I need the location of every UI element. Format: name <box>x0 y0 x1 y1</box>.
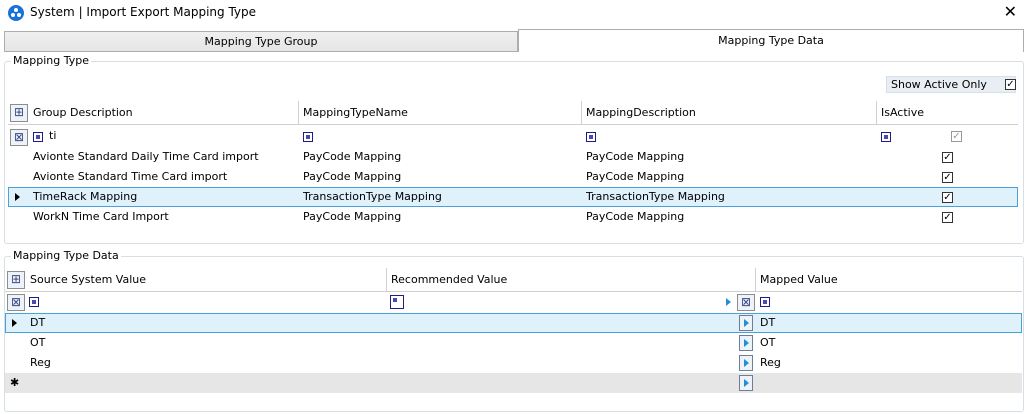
show-active-checkbox[interactable]: ✓ <box>1005 79 1016 90</box>
mapping-type-grid-header: ⊞ Group Description MappingTypeName Mapp… <box>8 101 1018 125</box>
clear-filter-icon[interactable]: ⊠ <box>7 294 25 311</box>
cell-source-system-value: OT <box>30 336 46 349</box>
cell-group-description: Avionte Standard Time Card import <box>33 170 228 183</box>
table-row[interactable]: Avionte Standard Time Card import PayCod… <box>8 167 1018 187</box>
cell-mapped-value[interactable]: DT <box>756 313 775 333</box>
new-row[interactable]: ✱ <box>5 373 1022 393</box>
table-row[interactable]: WorkN Time Card Import PayCode Mapping P… <box>8 207 1018 227</box>
cell-source-system-value: DT <box>30 316 46 329</box>
mapping-data-filter-row: ⊠ ⊠ <box>5 293 1022 313</box>
tab-mapping-type-data[interactable]: Mapping Type Data <box>518 29 1024 52</box>
cell-mapping-description: TransactionType Mapping <box>586 190 725 203</box>
cell-mapped-value[interactable]: OT <box>756 333 775 353</box>
tab-mapping-type-group[interactable]: Mapping Type Group <box>4 31 518 52</box>
apply-recommended-button[interactable] <box>739 335 753 351</box>
row-pointer-icon <box>12 319 17 327</box>
show-active-only-toggle[interactable]: Show Active Only ✓ <box>886 76 1016 93</box>
cell-mapping-description: PayCode Mapping <box>586 210 685 223</box>
header-mapped-value[interactable]: Mapped Value <box>756 268 1022 292</box>
cell-mapping-description: PayCode Mapping <box>586 170 685 183</box>
header-mapping-type-name[interactable]: MappingTypeName <box>299 101 582 125</box>
header-mapping-description[interactable]: MappingDescription <box>582 101 877 125</box>
cell-mapped-value[interactable]: Reg <box>756 353 781 373</box>
table-row-selected[interactable]: TimeRack Mapping TransactionType Mapping… <box>8 187 1018 207</box>
column-chooser-icon[interactable]: ⊞ <box>7 271 25 289</box>
mapping-data-grid-header: ⊞ Source System Value Recommended Value … <box>5 268 1022 292</box>
header-group-description[interactable]: Group Description <box>29 101 299 125</box>
filter-operator-icon[interactable] <box>390 295 404 309</box>
filter-operator-icon[interactable] <box>33 132 43 142</box>
cell-mapping-description: PayCode Mapping <box>586 150 685 163</box>
table-row[interactable]: Reg Reg <box>5 353 1022 373</box>
header-recommended-value[interactable]: Recommended Value <box>387 268 756 292</box>
apply-recommended-button[interactable] <box>739 315 753 331</box>
cell-recommended-value <box>387 353 391 373</box>
table-row[interactable]: Avionte Standard Daily Time Card import … <box>8 147 1018 167</box>
filter-operator-icon[interactable] <box>303 132 313 142</box>
filter-operator-icon[interactable] <box>29 297 39 307</box>
filter-operator-icon[interactable] <box>760 297 770 307</box>
cell-group-description: Avionte Standard Daily Time Card import <box>33 150 259 163</box>
new-row-icon: ✱ <box>10 376 20 389</box>
column-chooser-icon[interactable]: ⊞ <box>10 104 28 122</box>
cell-recommended-value <box>387 333 391 353</box>
mapping-type-legend: Mapping Type <box>11 54 91 67</box>
table-row[interactable]: OT OT <box>5 333 1022 353</box>
filter-operator-icon[interactable] <box>881 132 891 142</box>
apply-recommended-button[interactable] <box>739 355 753 371</box>
filter-group-description-input[interactable]: ti <box>49 129 56 142</box>
header-source-system-value[interactable]: Source System Value <box>26 268 387 292</box>
cell-mapping-type-name: PayCode Mapping <box>303 170 402 183</box>
app-logo-icon <box>8 5 24 21</box>
row-pointer-icon <box>15 193 20 201</box>
cell-mapping-type-name: TransactionType Mapping <box>303 190 442 203</box>
clear-filter-icon[interactable]: ⊠ <box>10 129 28 146</box>
window-title: System | Import Export Mapping Type <box>30 5 257 19</box>
filter-is-active-checkbox[interactable]: ✓ <box>951 131 962 142</box>
title-bar: System | Import Export Mapping Type ✕ <box>0 0 1027 27</box>
cell-is-active-checkbox[interactable]: ✓ <box>942 172 953 183</box>
table-row-selected[interactable]: DT DT <box>5 313 1022 333</box>
cell-is-active-checkbox[interactable]: ✓ <box>942 192 953 203</box>
filter-operator-icon[interactable] <box>586 132 596 142</box>
mapping-type-data-legend: Mapping Type Data <box>11 249 121 262</box>
cell-mapping-type-name: PayCode Mapping <box>303 210 402 223</box>
cell-mapping-type-name: PayCode Mapping <box>303 150 402 163</box>
cell-is-active-checkbox[interactable]: ✓ <box>942 212 953 223</box>
close-icon[interactable]: ✕ <box>1004 2 1017 21</box>
cell-recommended-value <box>387 313 391 333</box>
cell-is-active-checkbox[interactable]: ✓ <box>942 152 953 163</box>
cell-source-system-value: Reg <box>30 356 51 369</box>
apply-recommended-button[interactable] <box>739 375 753 391</box>
play-indicator-icon <box>726 298 731 306</box>
header-is-active[interactable]: IsActive <box>877 101 1018 125</box>
show-active-label: Show Active Only <box>891 78 987 91</box>
cell-group-description: TimeRack Mapping <box>33 190 138 203</box>
cell-group-description: WorkN Time Card Import <box>33 210 169 223</box>
clear-filter-icon[interactable]: ⊠ <box>737 294 755 311</box>
mapping-type-filter-row: ⊠ ti ✓ <box>8 127 1018 147</box>
tab-strip: Mapping Type Group Mapping Type Data <box>4 29 1024 52</box>
